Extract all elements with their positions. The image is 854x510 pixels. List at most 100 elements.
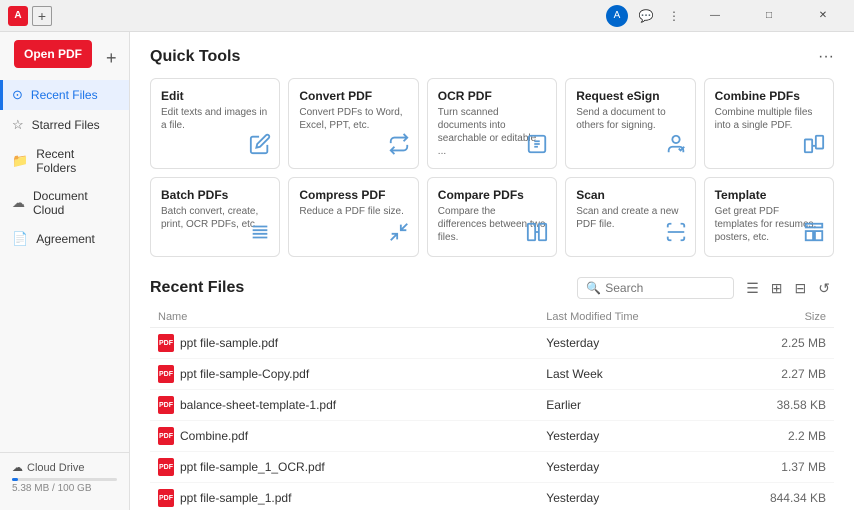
tool-icon-ocr [526,133,548,160]
files-table-body: PDF ppt file-sample.pdf ☆ ↑ ··· Yesterda… [150,328,834,510]
file-modified-cell: Last Week [538,359,716,390]
tool-title-batch: Batch PDFs [161,188,269,202]
more-button[interactable]: ··· [367,398,379,412]
open-pdf-row: Open PDF + [0,40,129,80]
upload-button[interactable]: ↑ [312,491,318,505]
sidebar: Open PDF + ⊙ Recent Files ☆ Starred File… [0,32,130,510]
sidebar-item-agreement[interactable]: 📄 Agreement [0,224,129,254]
tool-card-combine[interactable]: Combine PDFs Combine multiple files into… [704,78,834,169]
cloud-drive-title: Cloud Drive [27,462,84,474]
file-name: ppt file-sample-Copy.pdf [180,367,309,381]
tool-title-scan: Scan [576,188,684,202]
col-modified: Last Modified Time [538,307,716,328]
upload-button[interactable]: ↑ [346,460,352,474]
tool-icon-compare [526,221,548,248]
tool-title-edit: Edit [161,89,269,103]
refresh-button[interactable]: ↺ [814,278,834,299]
menu-icon[interactable]: ⋮ [664,6,684,26]
tool-card-convert[interactable]: Convert PDF Convert PDFs to Word, Excel,… [288,78,418,169]
file-row-name: PDF Combine.pdf ☆ ↑ ··· [158,427,530,445]
sidebar-add-button[interactable]: + [102,44,121,73]
search-box: 🔍 [577,277,734,299]
sidebar-item-starred-files[interactable]: ☆ Starred Files [0,110,129,140]
cloud-storage-fill [12,478,18,481]
cloud-drive-section: ☁ Cloud Drive 5.38 MB / 100 GB [0,452,129,502]
star-button[interactable]: ☆ [284,336,295,350]
profile-icon[interactable]: A [606,5,628,27]
chat-icon[interactable]: 💬 [636,6,656,26]
add-tab-button[interactable]: + [32,6,52,26]
quick-tools-header: Quick Tools ··· [150,48,834,66]
maximize-button[interactable]: □ [746,0,792,32]
sidebar-item-document-cloud[interactable]: ☁ Document Cloud [0,182,129,224]
tool-card-compare[interactable]: Compare PDFs Compare the differences bet… [427,177,557,257]
tool-icon-batch [249,221,271,248]
tool-desc-edit: Edit texts and images in a file. [161,106,269,132]
file-size-cell: 38.58 KB [716,390,834,421]
tool-desc-compress: Reduce a PDF file size. [299,205,407,218]
file-row-name: PDF ppt file-sample_1_OCR.pdf ☆ ↑ ··· [158,458,530,476]
file-row-name: PDF ppt file-sample.pdf ☆ ↑ ··· [158,334,530,352]
quick-tools-more-button[interactable]: ··· [818,48,834,66]
upload-button[interactable]: ↑ [330,367,336,381]
tool-desc-combine: Combine multiple files into a single PDF… [715,106,823,132]
file-modified-cell: Earlier [538,390,716,421]
file-name: Combine.pdf [180,429,248,443]
star-button[interactable]: ☆ [297,491,308,505]
grid-view-button[interactable]: ⊞ [767,278,787,299]
more-button[interactable]: ··· [356,460,368,474]
table-row[interactable]: PDF ppt file-sample.pdf ☆ ↑ ··· Yesterda… [150,328,834,359]
main-container: Open PDF + ⊙ Recent Files ☆ Starred File… [0,32,854,510]
minimize-button[interactable]: — [692,0,738,32]
tool-card-edit[interactable]: Edit Edit texts and images in a file. [150,78,280,169]
file-size-cell: 2.27 MB [716,359,834,390]
quick-tools-grid: Edit Edit texts and images in a file. Co… [150,78,834,257]
more-button[interactable]: ··· [340,367,352,381]
sidebar-item-recent-files[interactable]: ⊙ Recent Files [0,80,129,110]
tool-card-ocr[interactable]: OCR PDF Turn scanned documents into sear… [427,78,557,169]
tool-title-sign: Request eSign [576,89,684,103]
file-name-cell: PDF ppt file-sample_1.pdf ☆ ↑ ··· [150,483,538,510]
more-button[interactable]: ··· [279,429,291,443]
title-bar-left: A + [8,6,52,26]
upload-button[interactable]: ↑ [269,429,275,443]
document-cloud-icon: ☁ [12,195,25,211]
recent-folders-icon: 📁 [12,153,28,169]
star-button[interactable]: ☆ [315,367,326,381]
filter-button[interactable]: ⊟ [791,278,811,299]
tool-card-scan[interactable]: Scan Scan and create a new PDF file. [565,177,695,257]
star-button[interactable]: ☆ [254,429,265,443]
close-button[interactable]: ✕ [800,0,846,32]
title-bar-right: A 💬 ⋮ — □ ✕ [606,0,846,32]
table-row[interactable]: PDF Combine.pdf ☆ ↑ ··· Yesterday 2.2 MB [150,421,834,452]
upload-button[interactable]: ↑ [357,398,363,412]
star-button[interactable]: ☆ [342,398,353,412]
sidebar-label-recent-folders: Recent Folders [36,147,117,175]
table-row[interactable]: PDF ppt file-sample_1.pdf ☆ ↑ ··· Yester… [150,483,834,510]
tool-card-template[interactable]: Template Get great PDF templates for res… [704,177,834,257]
file-size-cell: 2.25 MB [716,328,834,359]
file-name: ppt file-sample_1.pdf [180,491,291,505]
file-size-cell: 2.2 MB [716,421,834,452]
list-view-button[interactable]: ☰ [742,278,763,299]
more-button[interactable]: ··· [309,336,321,350]
tool-card-batch[interactable]: Batch PDFs Batch convert, create, print,… [150,177,280,257]
cloud-storage-text: 5.38 MB / 100 GB [12,483,117,494]
tool-card-sign[interactable]: Request eSign Send a document to others … [565,78,695,169]
tool-card-compress[interactable]: Compress PDF Reduce a PDF file size. [288,177,418,257]
tool-icon-sign [665,133,687,160]
upload-button[interactable]: ↑ [299,336,305,350]
agreement-icon: 📄 [12,231,28,247]
file-row-name: PDF balance-sheet-template-1.pdf ☆ ↑ ··· [158,396,530,414]
table-row[interactable]: PDF ppt file-sample_1_OCR.pdf ☆ ↑ ··· Ye… [150,452,834,483]
table-row[interactable]: PDF ppt file-sample-Copy.pdf ☆ ↑ ··· Las… [150,359,834,390]
cloud-storage-bar [12,478,117,481]
search-input[interactable] [605,281,725,295]
tool-icon-template [803,221,825,248]
open-pdf-button[interactable]: Open PDF [14,40,92,68]
more-button[interactable]: ··· [322,491,334,505]
sidebar-item-recent-folders[interactable]: 📁 Recent Folders [0,140,129,182]
table-row[interactable]: PDF balance-sheet-template-1.pdf ☆ ↑ ···… [150,390,834,421]
star-button[interactable]: ☆ [331,460,342,474]
tool-title-compare: Compare PDFs [438,188,546,202]
